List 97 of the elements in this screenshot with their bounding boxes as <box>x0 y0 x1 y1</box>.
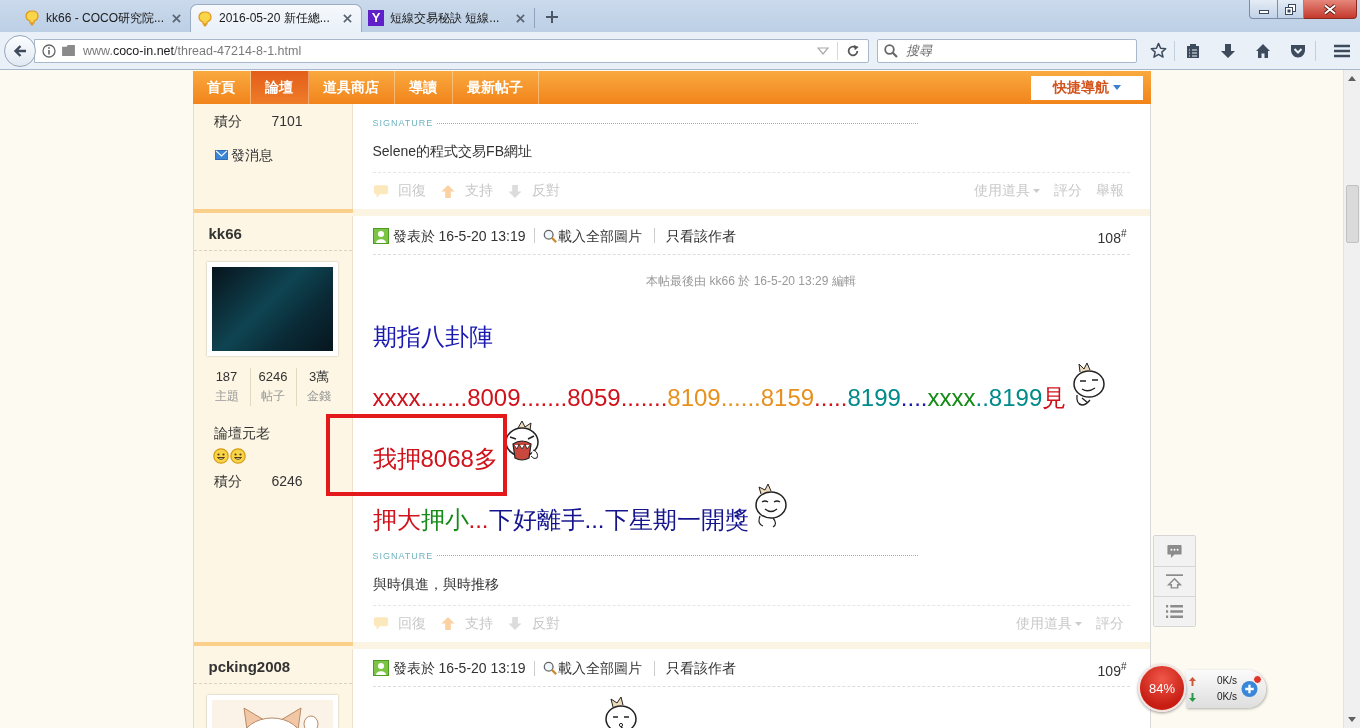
stat-value: 6246 <box>258 368 288 386</box>
signature-text: 與時俱進，與時推移 <box>372 575 499 592</box>
restore-icon <box>1285 3 1296 15</box>
points-value: 6246 <box>271 472 303 490</box>
stat-value: 187 <box>215 368 238 386</box>
caret-icon <box>1074 621 1082 626</box>
envelope-icon <box>214 150 228 160</box>
user-icon <box>372 227 389 244</box>
points-value: 7101 <box>271 112 303 130</box>
close-icon[interactable] <box>516 13 525 23</box>
chevron-shield-icon[interactable] <box>1289 42 1306 59</box>
search-field[interactable]: 搜尋 <box>877 38 1137 63</box>
send-message-link[interactable]: 發消息 <box>230 146 273 164</box>
clipboard-icon[interactable] <box>1184 42 1201 59</box>
browser-tab[interactable]: Y 短線交易秘訣 短線... <box>362 4 534 32</box>
magnifier-icon <box>542 661 557 676</box>
search-icon <box>884 43 898 58</box>
stat-label: 帖子 <box>261 388 285 405</box>
reload-icon[interactable] <box>846 43 860 58</box>
back-arrow-icon <box>12 42 28 59</box>
folder-icon[interactable] <box>62 45 75 56</box>
plus-icon[interactable] <box>1241 680 1258 698</box>
post-text: xxxx.......8009.......8059.......8109......8159.....8199....xxxx..8199見 <box>372 382 1067 413</box>
scrollbar[interactable] <box>1343 70 1360 728</box>
post-time: 發表於 16-5-20 13:19 <box>392 659 526 678</box>
down-arrow-icon <box>506 183 523 199</box>
info-icon[interactable] <box>42 43 56 58</box>
scroll-down-arrow-icon[interactable] <box>1348 717 1356 722</box>
post-text: 押大押小...下好離手...下星期一開獎 <box>372 504 749 535</box>
floor-number: 108$^{#}$ <box>1097 227 1127 247</box>
star-icon[interactable] <box>1150 42 1167 59</box>
restore-button[interactable] <box>1277 0 1304 19</box>
download-speed: 0K/s <box>1217 690 1237 704</box>
points-label: 積分 <box>213 112 243 130</box>
up-arrow-icon <box>1189 676 1196 686</box>
plus-icon[interactable] <box>545 10 559 24</box>
close-icon[interactable] <box>343 14 352 23</box>
load-images-link[interactable]: 載入全部圖片 <box>557 226 642 245</box>
stat-label: 金錢 <box>307 388 331 405</box>
upload-speed: 0K/s <box>1217 674 1237 688</box>
url-text: www.coco-in.net/thread-47214-8-1.html <box>83 43 302 58</box>
notification-dot-icon <box>1253 675 1262 684</box>
floor-number: 109$^{#}$ <box>1097 659 1127 680</box>
user-icon <box>372 660 389 677</box>
list-button[interactable] <box>1154 596 1195 626</box>
author-only-link[interactable]: 只看該作者 <box>665 659 736 678</box>
stat-label: 主題 <box>214 388 239 405</box>
scrollbar-thumb[interactable] <box>1345 185 1359 243</box>
quick-nav-button[interactable]: 快捷導航 <box>1030 75 1143 100</box>
speech-bubble-icon <box>372 183 389 199</box>
caret-icon <box>1032 189 1040 193</box>
browser-tab[interactable]: 2016-05-20 新任總... <box>190 4 362 32</box>
up-arrow-icon <box>439 183 456 199</box>
memory-gauge[interactable]: 84% <box>1138 664 1186 712</box>
minimize-icon <box>1258 9 1269 14</box>
logo-icon <box>197 10 213 27</box>
smiley-icon <box>212 448 229 464</box>
address-field[interactable]: www.coco-in.net/thread-47214-8-1.html <box>34 38 869 63</box>
nav-tab[interactable]: 論壇 <box>250 71 309 104</box>
close-icon[interactable] <box>172 13 181 23</box>
site-logo: Y <box>368 10 384 26</box>
back-button[interactable] <box>4 34 36 67</box>
minimize-button[interactable] <box>1249 0 1277 19</box>
menu-icon[interactable] <box>1334 43 1350 58</box>
load-images-link[interactable]: 載入全部圖片 <box>557 659 642 678</box>
back-to-top-icon <box>1166 574 1183 589</box>
author-only-link[interactable]: 只看該作者 <box>665 226 736 245</box>
caret-icon <box>1112 85 1121 90</box>
points-label: 積分 <box>213 472 243 490</box>
edit-note: 本帖最後由 kk66 於 16-5-20 13:29 編輯 <box>646 273 856 288</box>
user-rank: 論壇元老 <box>213 425 270 441</box>
home-icon[interactable] <box>1254 42 1271 59</box>
signature-text: Selene的程式交易FB網址 <box>372 143 532 159</box>
logo-icon <box>24 10 40 26</box>
close-icon <box>1323 3 1337 15</box>
speech-bubble-icon <box>1166 543 1183 559</box>
browser-tab[interactable]: kk66 - COCO研究院... <box>18 4 190 32</box>
stat-value: 3萬 <box>308 368 330 386</box>
post-time: 發表於 16-5-20 13:19 <box>392 226 526 245</box>
network-monitor[interactable]: 0K/s 0K/s <box>1186 670 1266 708</box>
username[interactable]: pcking2008 <box>208 657 291 675</box>
scroll-up-arrow-icon[interactable] <box>1348 76 1356 81</box>
search-placeholder: 搜尋 <box>906 41 932 60</box>
close-window-button[interactable] <box>1304 0 1357 19</box>
signature-label: SIGNATURE <box>372 549 434 562</box>
username[interactable]: kk66 <box>208 225 242 242</box>
list-icon <box>1166 604 1183 619</box>
smiley-icon <box>229 448 246 464</box>
magnifier-icon <box>542 228 557 243</box>
post-text: 我押8068多 <box>372 443 498 474</box>
down-arrow-icon <box>506 616 523 632</box>
download-icon[interactable] <box>1219 42 1236 59</box>
post-text: 期指八卦陣 <box>372 321 493 352</box>
speech-bubble-icon <box>372 616 389 632</box>
signature-label: SIGNATURE <box>372 117 434 129</box>
down-arrow-icon <box>1189 692 1196 702</box>
up-arrow-icon <box>439 616 456 632</box>
